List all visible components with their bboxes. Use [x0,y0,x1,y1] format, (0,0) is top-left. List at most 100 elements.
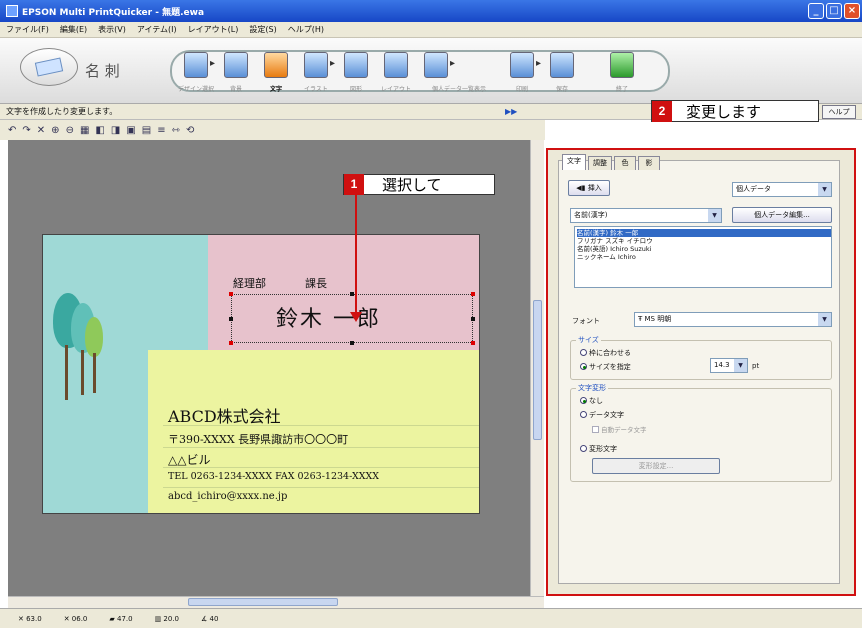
step-background-button[interactable] [224,52,248,78]
step-label: デザイン選択 [177,86,214,93]
size-specify-radio[interactable]: サイズを指定 [580,362,631,372]
tab-text[interactable]: 文字 [562,154,586,170]
next-arrow-icon[interactable]: ▶▶ [505,107,517,116]
resize-handle[interactable] [229,341,233,345]
dropdown-arrow-icon[interactable]: ▸ [210,58,215,69]
style-data-radio[interactable]: データ文字 [580,410,624,420]
scroll-thumb[interactable] [188,598,338,606]
insert-button[interactable]: ◀▮ 挿入 [568,180,610,196]
redo-icon[interactable]: ↷ [22,125,30,136]
step-data-list-button[interactable] [424,52,448,78]
chevron-down-icon: ▼ [818,313,831,326]
menu-item[interactable]: アイテム(I) [137,24,177,35]
menu-settings[interactable]: 設定(S) [249,24,276,35]
tab-shadow[interactable]: 影 [638,156,660,170]
card-company[interactable]: ABCD株式会社 [168,403,281,427]
list-item[interactable]: 名前(漢字) 鈴木 一郎 [577,229,831,237]
step-design-button[interactable] [184,52,208,78]
step-print-button[interactable] [510,52,534,78]
dropdown-value: MS 明朝 [644,315,672,323]
size-fit-radio[interactable]: 枠に合わせる [580,348,631,358]
personal-data-dropdown[interactable]: 個人データ ▼ [732,182,832,197]
step-label: 文字 [269,86,282,93]
delete-icon[interactable]: ✕ [37,125,45,136]
grid-icon[interactable]: ▦ [80,125,89,136]
y-icon: ✕ [63,614,72,623]
step-label: 印刷 [515,86,528,93]
help-button[interactable]: ヘルプ [822,105,856,119]
callout-text: 変更します [686,102,762,121]
edit-icon-row: ↶ ↷ ✕ ⊕ ⊖ ▦ ◧ ◨ ▣ ▤ ≡ ⇿ ⟲ [0,120,545,140]
step-text-button[interactable] [264,52,288,78]
edit-personal-data-button[interactable]: 個人データ編集... [732,207,832,223]
card-address[interactable]: 〒390-XXXX 長野県諏訪市〇〇〇町 [168,431,348,447]
minimize-button[interactable]: _ [808,3,824,19]
step-illustration-button[interactable] [304,52,328,78]
step-layout-button[interactable] [384,52,408,78]
step-exit-button[interactable] [610,52,634,78]
tab-adjust[interactable]: 調整 [588,156,612,170]
resize-handle[interactable] [229,317,233,321]
radio-label: データ文字 [589,411,624,419]
deform-settings-button[interactable]: 変形設定... [592,458,720,474]
menu-help[interactable]: ヘルプ(H) [288,24,324,35]
dropdown-value: 個人データ [736,185,771,193]
resize-handle[interactable] [471,292,475,296]
tab-color[interactable]: 色 [614,156,636,170]
rotate-icon[interactable]: ⟲ [186,125,194,136]
business-card-preview[interactable]: 経理部 課長 鈴木 一郎 ABCD株式会社 〒390-XXXX 長野県諏訪市〇〇… [42,234,480,514]
list-item[interactable]: 名前(英語) Ichiro Suzuki [577,245,651,253]
style-deform-radio[interactable]: 変形文字 [580,444,617,454]
dropdown-arrow-icon[interactable]: ▸ [330,58,335,69]
close-button[interactable]: × [844,3,860,19]
arrow-head-icon [350,312,362,322]
data-field-list[interactable]: 名前(漢字) 鈴木 一郎 フリガナ スズキ イチロウ 名前(英語) Ichiro… [574,226,832,288]
resize-handle[interactable] [471,317,475,321]
size-value: 14.3 [714,361,730,369]
group-icon[interactable]: ▣ [126,125,135,136]
divider [163,425,479,426]
size-input[interactable]: 14.3 ▼ [710,358,748,373]
card-job-title[interactable]: 課長 [305,275,327,291]
auto-data-checkbox[interactable]: 自動データ文字 [592,424,647,434]
dropdown-arrow-icon[interactable]: ▸ [536,58,541,69]
step-save-button[interactable] [550,52,574,78]
window-title: EPSON Multi PrintQuicker - 無題.ewa [22,7,205,18]
card-building[interactable]: △△ビル [168,451,210,468]
ungroup-icon[interactable]: ▤ [142,125,151,136]
style-none-radio[interactable]: なし [580,396,603,406]
radio-circle [580,349,587,356]
step-shape-button[interactable] [344,52,368,78]
resize-handle[interactable] [350,292,354,296]
horizontal-scrollbar[interactable] [8,596,544,608]
font-dropdown[interactable]: Ŧ MS 明朝 ▼ [634,312,832,327]
zoom-in-icon[interactable]: ⊕ [51,125,59,136]
align-icon[interactable]: ≡ [157,125,165,136]
menu-file[interactable]: ファイル(F) [6,24,49,35]
resize-handle[interactable] [229,292,233,296]
field-dropdown[interactable]: 名前(漢字) ▼ [570,208,722,223]
scroll-thumb[interactable] [533,300,542,440]
front-icon[interactable]: ◧ [95,125,104,136]
menu-view[interactable]: 表示(V) [98,24,126,35]
card-department[interactable]: 経理部 [233,275,266,291]
distribute-icon[interactable]: ⇿ [172,125,180,136]
insert-label: 挿入 [587,184,602,192]
list-item[interactable]: ニックネーム Ichiro [577,253,636,261]
list-item[interactable]: フリガナ スズキ イチロウ [577,237,653,245]
dropdown-arrow-icon[interactable]: ▸ [450,58,455,69]
undo-icon[interactable]: ↶ [8,125,16,136]
card-phone-fax[interactable]: TEL 0263-1234-XXXX FAX 0263-1234-XXXX [168,471,379,482]
insert-arrow-icon: ◀▮ [576,184,586,192]
resize-handle[interactable] [350,341,354,345]
resize-handle[interactable] [471,341,475,345]
vertical-scrollbar[interactable] [530,140,544,598]
maximize-button[interactable]: □ [826,3,842,19]
app-icon [6,5,18,17]
step-label: イラスト [304,86,328,93]
zoom-out-icon[interactable]: ⊖ [66,125,74,136]
card-email[interactable]: abcd_ichiro@xxxx.ne.jp [168,491,287,502]
menu-layout[interactable]: レイアウト(L) [188,24,239,35]
menu-edit[interactable]: 編集(E) [60,24,87,35]
back-icon[interactable]: ◨ [111,125,120,136]
